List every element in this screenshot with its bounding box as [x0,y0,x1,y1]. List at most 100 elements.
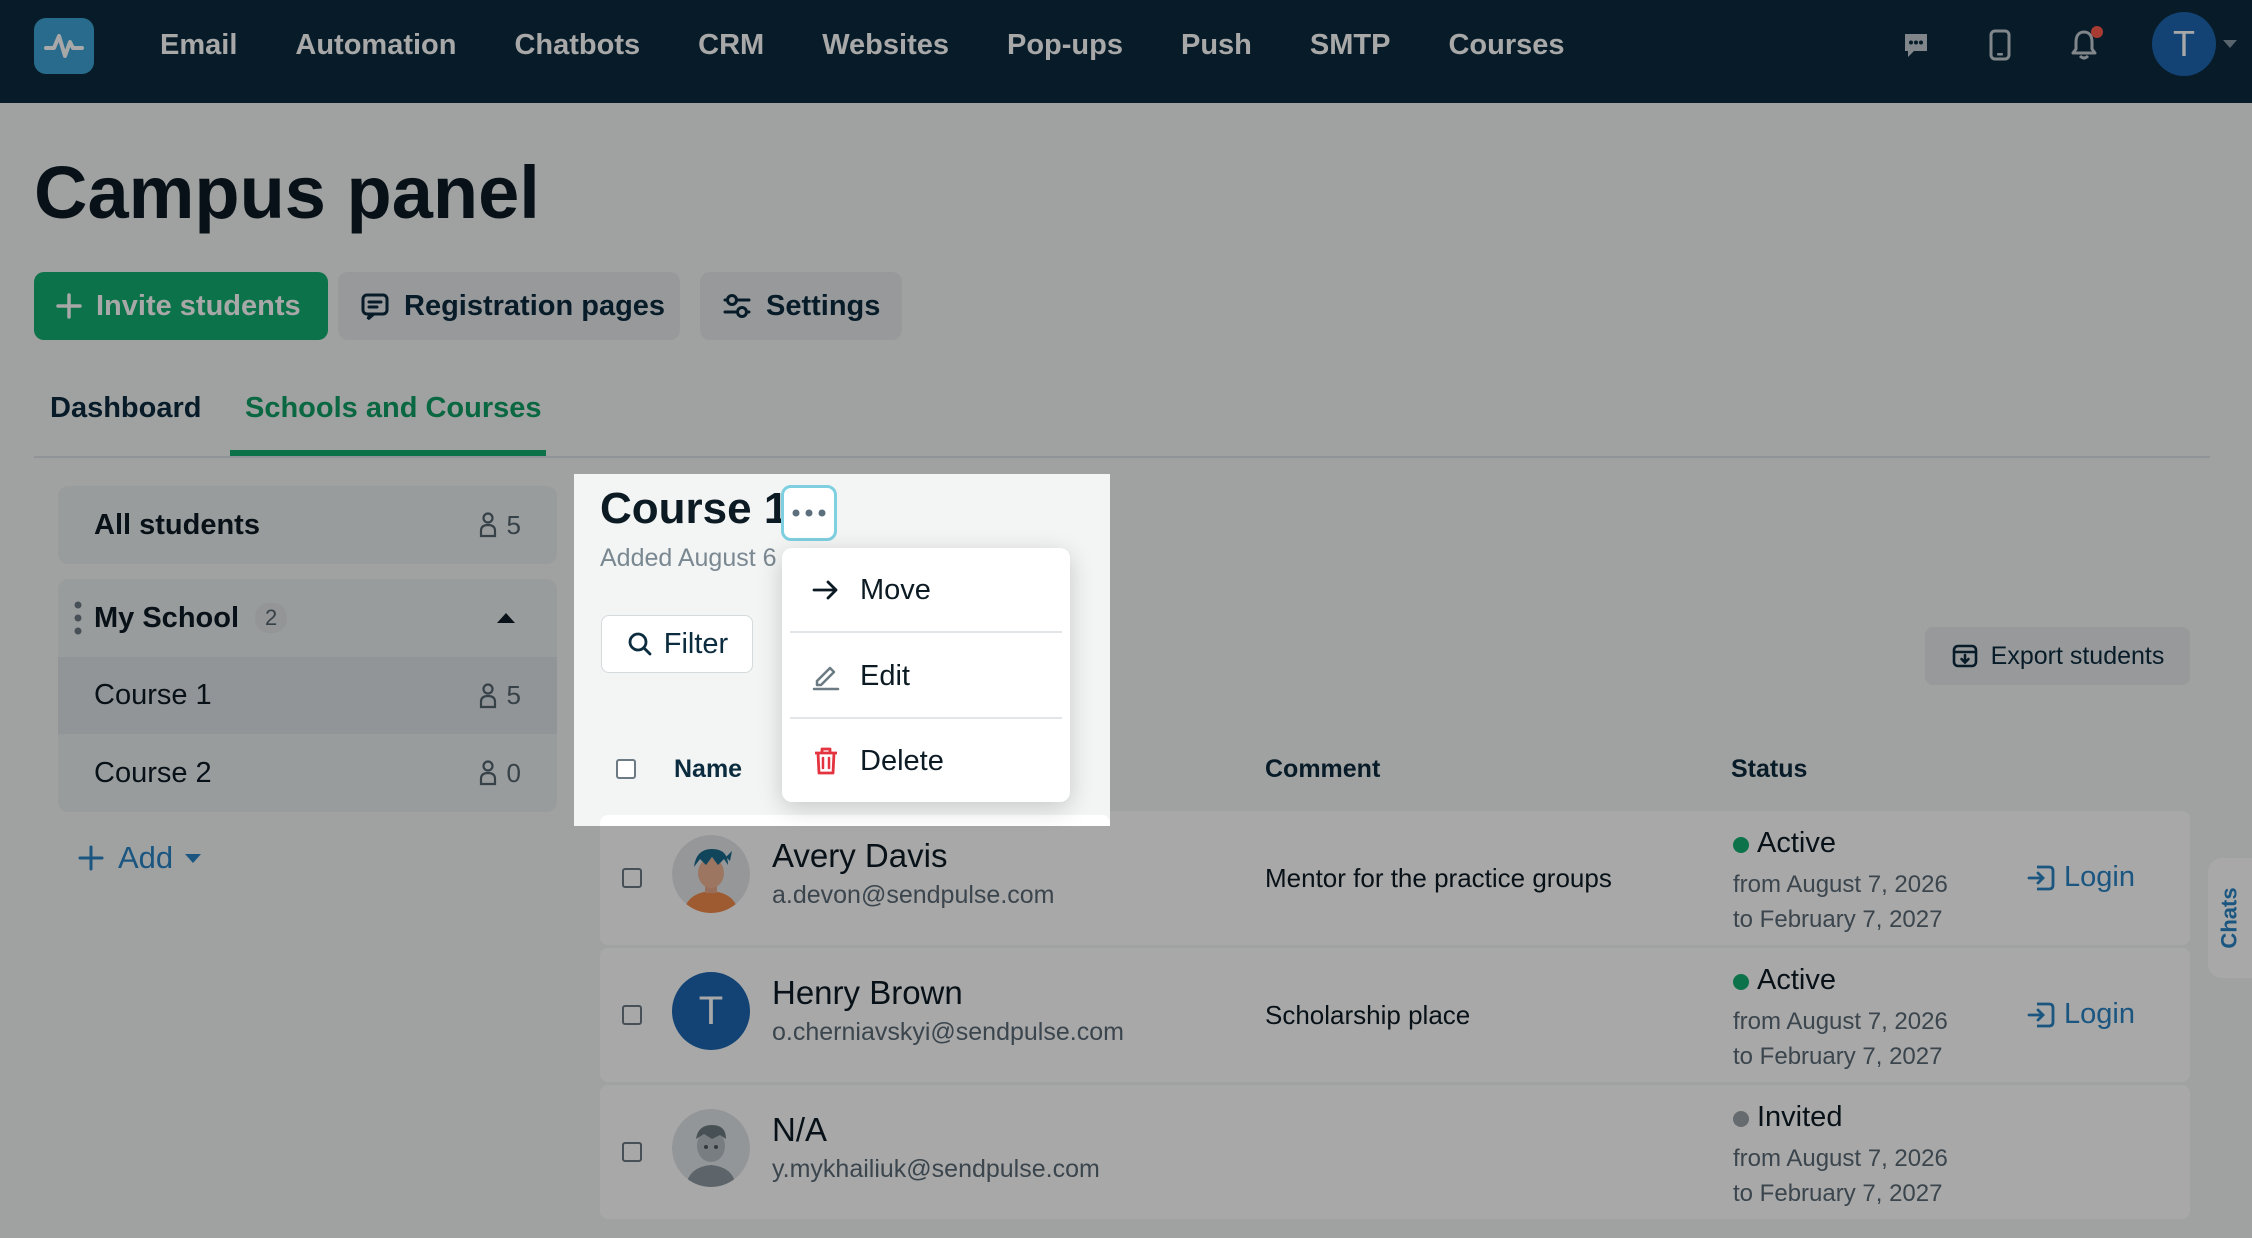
status-badge: Active [1757,827,1836,859]
page-title: Campus panel [34,151,540,234]
registration-pages-button[interactable]: Registration pages [338,272,680,340]
add-button[interactable]: Add [78,840,202,876]
avatar [672,835,750,913]
nav-automation[interactable]: Automation [295,29,456,62]
course-added-date: Added August 6 [600,544,777,572]
student-count: 5 [479,510,521,541]
more-options-button[interactable] [781,485,837,541]
status-badge: Active [1757,964,1836,996]
top-navigation-bar: Email Automation Chatbots CRM Websites P… [0,0,2252,103]
nav-courses[interactable]: Courses [1448,29,1564,62]
row-checkbox[interactable] [622,868,642,888]
column-header-comment[interactable]: Comment [1265,755,1380,784]
settings-label: Settings [766,289,881,322]
menu-item-delete[interactable]: Delete [782,719,1070,803]
pulse-icon [44,34,84,58]
app-logo[interactable] [34,18,94,74]
sidebar-school-header[interactable]: My School 2 [58,579,557,657]
status-badge: Invited [1757,1101,1843,1133]
main-nav: Email Automation Chatbots CRM Websites P… [160,0,1623,90]
course-1-label: Course 1 [94,679,212,711]
row-checkbox[interactable] [622,1005,642,1025]
invite-students-button[interactable]: Invite students [34,272,328,340]
chats-side-tab[interactable]: Chats [2208,858,2252,978]
table-row[interactable]: T Henry Brown o.cherniavskyi@sendpulse.c… [600,948,2190,1082]
filter-button[interactable]: Filter [601,615,753,673]
student-email: o.cherniavskyi@sendpulse.com [772,1018,1124,1046]
nav-crm[interactable]: CRM [698,29,764,62]
column-header-name[interactable]: Name [674,755,742,784]
avatar [672,1109,750,1187]
table-row[interactable]: Avery Davis a.devon@sendpulse.com Mentor… [600,811,2190,945]
more-dots-icon [792,509,826,517]
login-icon [2026,863,2056,893]
avatar: T [672,972,750,1050]
student-comment: Mentor for the practice groups [1265,863,1612,893]
chat-icon[interactable] [1899,28,1933,62]
user-avatar[interactable]: T [2152,12,2216,76]
export-icon [1951,642,1979,670]
nav-push[interactable]: Push [1181,29,1252,62]
sidebar-item-course-2[interactable]: Course 2 0 [58,734,557,812]
export-students-button[interactable]: Export students [1925,627,2190,685]
search-icon [626,630,654,658]
registration-pages-label: Registration pages [404,289,666,322]
person-icon [479,682,497,709]
login-icon [2026,1000,2056,1030]
registration-form-icon [360,291,390,321]
nav-smtp[interactable]: SMTP [1310,29,1391,62]
all-students-label: All students [94,508,260,541]
mobile-icon[interactable] [1983,28,2017,62]
trash-icon [810,746,842,776]
chevron-up-icon[interactable] [497,613,515,623]
student-email: y.mykhailiuk@sendpulse.com [772,1155,1100,1183]
filter-label: Filter [663,627,729,660]
active-tab-indicator [230,450,546,456]
student-email: a.devon@sendpulse.com [772,881,1055,909]
column-header-status[interactable]: Status [1731,755,1807,784]
login-button[interactable]: Login [2026,998,2135,1031]
status-dot [1733,837,1749,853]
student-name: Henry Brown [772,974,963,1011]
select-all-checkbox[interactable] [616,759,636,779]
sidebar-item-course-1[interactable]: Course 1 5 [58,657,557,734]
drag-handle-icon[interactable] [74,601,82,640]
menu-item-move[interactable]: Move [782,548,1070,632]
table-row[interactable]: N/A y.mykhailiuk@sendpulse.com Invited f… [600,1085,2190,1219]
nav-websites[interactable]: Websites [822,29,949,62]
row-checkbox[interactable] [622,1142,642,1162]
course-title: Course 1 [600,484,789,533]
chats-label: Chats [2217,887,2242,949]
nav-popups[interactable]: Pop-ups [1007,29,1123,62]
sliders-icon [722,291,752,321]
settings-button[interactable]: Settings [700,272,902,340]
notification-dot [2091,26,2103,38]
access-period: from August 7, 2026 to February 7, 2027 [1733,871,1948,933]
sidebar-all-students[interactable]: All students 5 [58,486,557,564]
tab-dashboard[interactable]: Dashboard [50,392,201,425]
student-count: 5 [479,680,521,711]
student-count: 0 [479,758,521,789]
menu-item-edit[interactable]: Edit [782,634,1070,718]
nav-chatbots[interactable]: Chatbots [514,29,640,62]
nav-email[interactable]: Email [160,29,237,62]
invite-students-label: Invite students [96,289,301,322]
course-count-badge: 2 [255,603,288,633]
course-2-label: Course 2 [94,756,212,789]
course-options-menu: Move Edit Delete [782,548,1070,802]
login-button[interactable]: Login [2026,861,2135,894]
student-comment: Scholarship place [1265,1000,1471,1030]
chevron-down-icon[interactable] [2223,40,2237,48]
access-period: from August 7, 2026 to February 7, 2027 [1733,1145,1948,1207]
student-name: Avery Davis [772,837,948,874]
access-period: from August 7, 2026 to February 7, 2027 [1733,1008,1948,1070]
tab-schools-and-courses[interactable]: Schools and Courses [245,392,542,425]
menu-divider [790,631,1062,633]
add-label: Add [118,840,174,875]
person-icon [479,760,497,786]
school-name: My School [94,601,240,634]
chevron-down-icon [185,853,202,863]
notification-bell-icon[interactable] [2067,26,2103,62]
table-row-top [600,815,1110,826]
pencil-icon [810,661,842,691]
